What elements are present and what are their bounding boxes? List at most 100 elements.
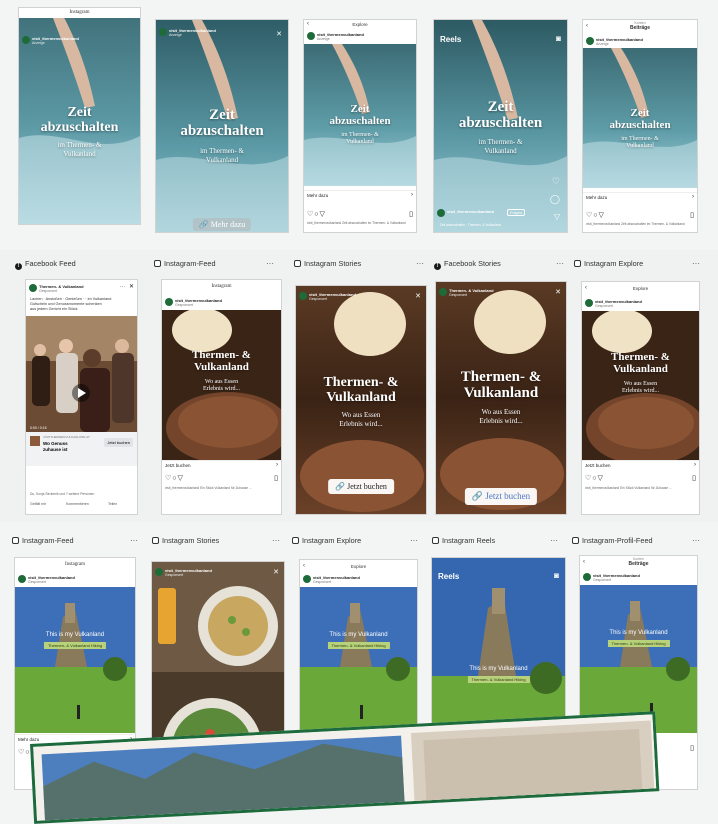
more-options-icon[interactable]: ···: [130, 536, 138, 545]
book-now-bar[interactable]: Jetzt buchen ›: [582, 460, 699, 470]
overlay-title: This is my Vulkanland: [329, 632, 388, 638]
overlay-sub-line1: im Thermen- &: [200, 147, 244, 155]
chevron-right-icon: ›: [276, 462, 278, 468]
close-icon[interactable]: ✕: [555, 288, 561, 296]
fb-page-row: Thermen- & Vulkanland Gesponsert: [436, 286, 566, 299]
more-info-bar[interactable]: Mehr dazu ›: [583, 192, 697, 202]
row2-instagram-feed-preview[interactable]: Instagram visit_thermenvulkanland Gespon…: [162, 280, 281, 514]
row1-instagram-feed-preview[interactable]: Instagram visit_thermenvulkanland Anzeig…: [19, 8, 140, 224]
video-time: 0:00 / 0:15: [30, 426, 47, 430]
row2-instagram-stories-preview[interactable]: visit_thermenvulkanland Gesponsert ✕ The…: [296, 286, 426, 514]
heart-icon[interactable]: ♡: [552, 176, 560, 187]
instagram-icon: [432, 537, 439, 544]
row2-facebook-feed-preview[interactable]: Thermen- & Vulkanland Gesponsert ··· ✕ L…: [26, 280, 137, 514]
placement-label-instagram-feed: Instagram-Feed ···: [154, 259, 274, 271]
more-options-icon[interactable]: ···: [692, 536, 700, 545]
action-row: ♡○▽ ▯: [583, 211, 697, 220]
account-row: visit_thermenvulkanland Anzeige: [156, 26, 288, 39]
bookmark-icon[interactable]: ▯: [690, 211, 694, 219]
more-options-icon[interactable]: ···: [120, 284, 125, 290]
instagram-icon: [154, 260, 161, 267]
row2-facebook-stories-preview[interactable]: Thermen- & Vulkanland Gesponsert ✕ Therm…: [436, 282, 566, 514]
back-icon[interactable]: ‹: [585, 285, 587, 291]
share-button[interactable]: Teilen: [108, 502, 117, 506]
placement-label-instagram-explore: Instagram Explore ···: [574, 259, 700, 271]
instagram-icon: [572, 537, 579, 544]
avatar: [439, 288, 447, 296]
reels-header: Reels: [440, 35, 462, 44]
account-sub: Anzeige: [32, 41, 45, 45]
people-photo: [26, 316, 137, 432]
instagram-icon: [292, 537, 299, 544]
caption: visit_thermenvulkanland Ein Stück Vulkan…: [585, 486, 696, 491]
share-icon[interactable]: ▽: [599, 212, 605, 219]
overlay-title-line1: Zeit: [209, 107, 235, 123]
profile-header-title: Beiträge: [629, 25, 650, 31]
book-now-bar[interactable]: Jetzt buchen ›: [162, 460, 281, 470]
overlay-title-line2: Vulkanland: [194, 361, 249, 373]
account-row: visit_thermenvulkanland Gesponsert: [582, 297, 699, 310]
more-options-icon[interactable]: ···: [416, 259, 424, 268]
share-icon[interactable]: ▽: [598, 475, 604, 482]
comment-button[interactable]: Kommentieren: [66, 502, 89, 506]
share-icon[interactable]: ▽: [320, 211, 326, 218]
back-icon[interactable]: ‹: [307, 21, 309, 27]
instagram-icon: [152, 537, 159, 544]
reels-caption: Zeit abzuschalten · Thermen- & Vulkanlan…: [440, 223, 502, 227]
book-now-button[interactable]: 🔗 Jetzt buchen: [464, 488, 538, 505]
avatar: [586, 37, 594, 45]
bookmark-icon[interactable]: ▯: [692, 474, 696, 482]
comment-icon[interactable]: ◯: [550, 194, 560, 205]
more-options-icon[interactable]: ···: [550, 536, 558, 545]
overlay-sub-line2: Erlebnis wird...: [479, 417, 523, 425]
overlay-title-line1: Thermen- &: [460, 369, 542, 385]
more-options-icon[interactable]: ···: [410, 536, 418, 545]
caption: visit_thermenvulkanland Ein Stück Vulkan…: [165, 486, 278, 491]
bookmark-icon[interactable]: ▯: [690, 744, 694, 752]
more-options-icon[interactable]: ···: [272, 536, 280, 545]
camera-icon[interactable]: ◙: [556, 34, 561, 43]
overlay-sub-line2: Erlebnis wird...: [622, 388, 659, 394]
more-options-icon[interactable]: ···: [692, 259, 700, 268]
close-icon[interactable]: ✕: [276, 30, 282, 38]
book-now-button[interactable]: Jetzt buchen: [104, 438, 133, 447]
share-icon[interactable]: ▽: [178, 475, 184, 482]
row1-instagram-explore-preview[interactable]: ‹ Explore visit_thermenvulkanland Anzeig…: [304, 20, 416, 232]
topic-pill: Thermen- & Vulkanland Hiking: [607, 640, 670, 647]
instagram-icon: [294, 260, 301, 267]
back-icon[interactable]: ‹: [303, 563, 305, 569]
close-icon[interactable]: ✕: [415, 292, 421, 300]
overlay-title-line1: Zeit: [350, 103, 370, 115]
account-sub: Gesponsert: [593, 578, 612, 582]
more-info-bar[interactable]: Mehr dazu ›: [304, 190, 416, 200]
placement-label-instagram-stories: Instagram Stories ···: [152, 536, 280, 548]
back-icon[interactable]: ‹: [583, 559, 585, 565]
more-options-icon[interactable]: ···: [266, 259, 274, 268]
more-options-icon[interactable]: ···: [556, 259, 564, 268]
account-row: visit_thermenvulkanland Gesponsert: [152, 566, 284, 579]
link-icon: 🔗: [471, 491, 484, 501]
placement-label-instagram-profile-feed: Instagram-Profil-Feed ···: [572, 536, 700, 548]
row1-instagram-profile-preview[interactable]: Konten Beiträge ‹ visit_thermenvulkanlan…: [583, 20, 697, 232]
row1-instagram-reels-preview[interactable]: Reels ◙ Zeit abzuschalten im Thermen- & …: [434, 20, 567, 232]
overlay-sub-line1: Wo aus Essen: [623, 381, 658, 387]
more-info-button[interactable]: 🔗 Mehr dazu: [192, 218, 252, 231]
fb-post-text: Lachen · Anstoßen · Genießen · · im Vulk…: [30, 297, 112, 312]
bookmark-icon[interactable]: ▯: [409, 210, 413, 218]
close-icon[interactable]: ✕: [273, 568, 279, 576]
chevron-right-icon: ›: [694, 462, 696, 468]
row1-instagram-stories-preview[interactable]: visit_thermenvulkanland Anzeige ✕ Zeit a…: [156, 20, 288, 232]
camera-icon[interactable]: ◙: [554, 571, 559, 580]
caption: visit_thermenvulkanland Zeit abzuschalte…: [586, 222, 694, 227]
book-now-button[interactable]: 🔗 Jetzt buchen: [328, 479, 394, 494]
explore-header: ‹ Explore: [582, 284, 699, 294]
row2-instagram-explore-preview[interactable]: ‹ Explore visit_thermenvulkanland Gespon…: [582, 282, 699, 514]
follow-button[interactable]: Folgen: [507, 209, 526, 216]
reels-header: Reels: [438, 572, 460, 581]
instagram-icon: [12, 537, 19, 544]
bookmark-icon[interactable]: ▯: [274, 474, 278, 482]
like-button[interactable]: Gefällt mir: [30, 502, 46, 506]
book-now-button-label: Jetzt buchen: [347, 482, 387, 491]
close-icon[interactable]: ✕: [129, 283, 134, 290]
back-icon[interactable]: ‹: [586, 23, 588, 29]
